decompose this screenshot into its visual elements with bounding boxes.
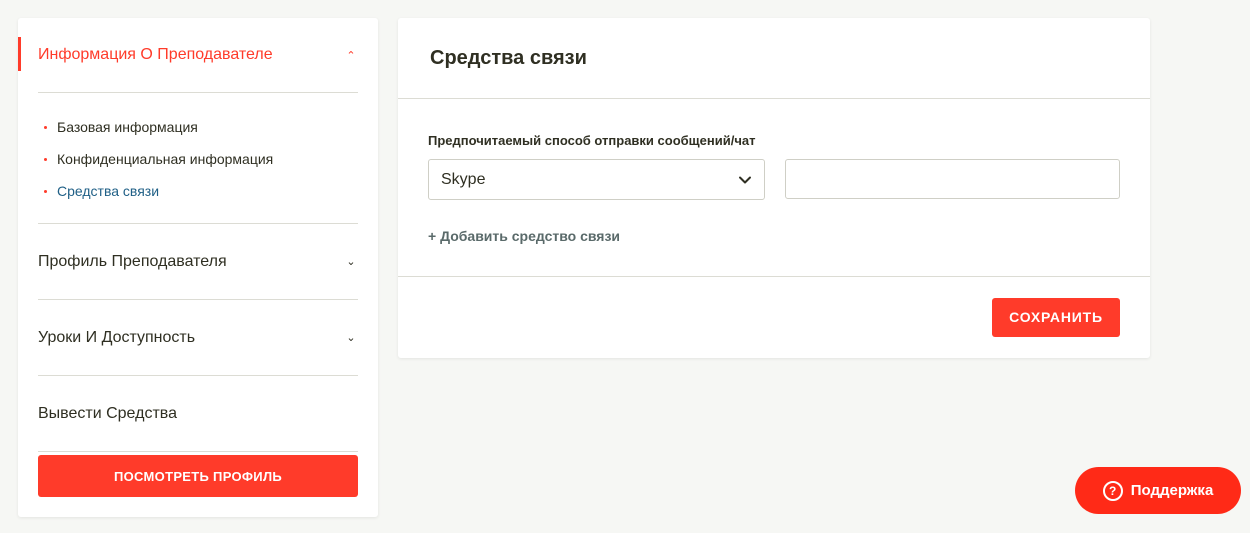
sidebar-section-label: Профиль Преподавателя: [38, 252, 227, 270]
sidebar: Информация О Преподавателе ⌃ Базовая инф…: [18, 18, 378, 517]
sidebar-section-label: Уроки И Доступность: [38, 328, 196, 346]
sidebar-sublist: Базовая информация Конфиденциальная инфо…: [38, 92, 358, 223]
messenger-handle-input[interactable]: [785, 159, 1120, 199]
card-footer: СОХРАНИТЬ: [398, 277, 1150, 357]
card-body: Предпочитаемый способ отправки сообщений…: [398, 99, 1150, 277]
messenger-field-label: Предпочитаемый способ отправки сообщений…: [428, 133, 756, 148]
sidebar-section-header[interactable]: Профиль Преподавателя ⌄: [38, 224, 358, 299]
sidebar-item-private-info[interactable]: Конфиденциальная информация: [44, 143, 358, 175]
bullet-icon: [44, 157, 47, 161]
messenger-select-value: Skype: [441, 170, 486, 188]
bullet-icon: [44, 189, 47, 193]
add-contact-method-link[interactable]: + Добавить средство связи: [428, 228, 620, 244]
chevron-down-icon: ⌄: [346, 256, 356, 268]
sidebar-section-lessons: Уроки И Доступность ⌄: [38, 300, 358, 376]
sidebar-item-label: Средства связи: [57, 183, 160, 199]
contact-methods-card: Средства связи Предпочитаемый способ отп…: [398, 18, 1150, 358]
active-indicator: [18, 37, 21, 71]
sidebar-section-withdraw: Вывести Средства: [38, 376, 358, 452]
sidebar-item-basic-info[interactable]: Базовая информация: [44, 111, 358, 143]
support-label: Поддержка: [1130, 482, 1214, 499]
sidebar-item-label: Базовая информация: [57, 119, 198, 135]
chevron-down-icon: [739, 176, 751, 183]
question-circle-icon: ?: [1102, 480, 1123, 501]
sidebar-section-teacher-info: Информация О Преподавателе ⌃ Базовая инф…: [18, 18, 358, 224]
sidebar-section-header[interactable]: Вывести Средства: [38, 376, 358, 451]
sidebar-section-header[interactable]: Информация О Преподавателе ⌃: [38, 18, 358, 92]
chevron-down-icon: ⌄: [346, 332, 356, 344]
sidebar-item-contacts[interactable]: Средства связи: [44, 175, 358, 207]
card-header: Средства связи: [398, 18, 1150, 99]
messenger-row: Skype: [428, 159, 1120, 200]
sidebar-section-label: Информация О Преподавателе: [38, 46, 273, 63]
view-profile-button[interactable]: ПОСМОТРЕТЬ ПРОФИЛЬ: [38, 455, 358, 497]
sidebar-section-teacher-profile: Профиль Преподавателя ⌄: [38, 224, 358, 300]
page-title: Средства связи: [430, 46, 587, 69]
sidebar-section-label: Вывести Средства: [38, 404, 177, 422]
messenger-select[interactable]: Skype: [428, 159, 765, 200]
sidebar-item-label: Конфиденциальная информация: [57, 151, 274, 167]
bullet-icon: [44, 125, 47, 129]
support-button[interactable]: ? Поддержка: [1075, 467, 1241, 514]
sidebar-section-header[interactable]: Уроки И Доступность ⌄: [38, 300, 358, 375]
save-button[interactable]: СОХРАНИТЬ: [992, 297, 1120, 337]
chevron-up-icon: ⌃: [346, 49, 356, 62]
